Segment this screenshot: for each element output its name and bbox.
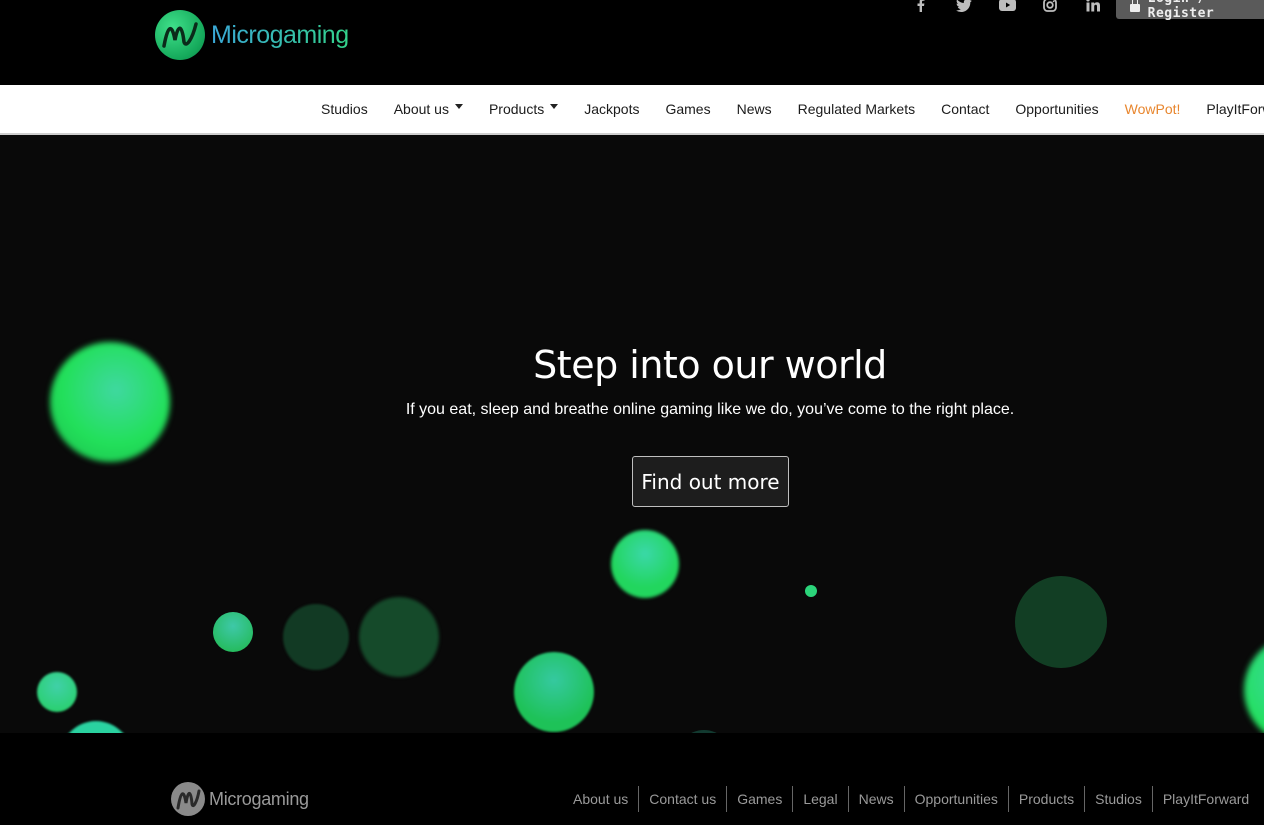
login-register-button[interactable]: Login / Register [1116,0,1264,21]
lock-icon [1130,0,1140,12]
nav-item-products[interactable]: Products [489,101,559,117]
footer-link-playitforward[interactable]: PlayItForward [1151,786,1259,812]
nav-item-studios[interactable]: Studios [321,101,368,117]
decorative-bubble [805,585,817,597]
site-footer: Microgaming About us Contact us Games Le… [0,733,1264,825]
brand-logo[interactable]: Microgaming [155,10,349,60]
footer-logo-mark-icon [171,782,205,816]
nav-item-regulated-markets[interactable]: Regulated Markets [798,101,916,117]
dropdown-caret-icon [550,103,559,109]
footer-link-games[interactable]: Games [726,786,792,812]
social-links [908,0,1123,14]
decorative-bubble [213,612,253,652]
facebook-icon[interactable] [908,0,934,14]
twitter-icon[interactable] [951,0,977,14]
footer-link-news[interactable]: News [847,786,904,812]
linkedin-icon[interactable] [1080,0,1106,14]
decorative-bubble [611,530,679,598]
hero-title: Step into our world [533,343,887,387]
main-navigation: Studios About us Products Jackpots Games… [0,85,1264,135]
youtube-icon[interactable] [994,0,1020,14]
decorative-bubble [60,721,132,733]
nav-item-about-us[interactable]: About us [394,101,463,117]
decorative-bubble [37,672,77,712]
logo-mark-icon [155,10,205,60]
footer-brand-name: Microgaming [209,788,309,809]
footer-links: About us Contact us Games Legal News Opp… [563,786,1259,812]
instagram-icon[interactable] [1037,0,1063,14]
nav-item-contact[interactable]: Contact [941,101,989,117]
hero-section: Step into our world If you eat, sleep an… [0,135,1264,733]
hero-subtitle: If you eat, sleep and breathe online gam… [405,401,1015,418]
footer-link-products[interactable]: Products [1007,786,1084,812]
top-header: Microgaming Login / Register [0,0,1264,85]
nav-item-news[interactable]: News [737,101,772,117]
nav-item-games[interactable]: Games [665,101,710,117]
nav-item-wowpot[interactable]: WowPot! [1125,101,1181,117]
nav-item-playitforward[interactable]: PlayItForward [1206,101,1264,117]
dropdown-caret-icon [454,103,463,109]
decorative-bubble [514,652,594,732]
login-register-label: Login / Register [1147,0,1215,21]
decorative-bubble [1244,635,1264,733]
footer-link-contact-us[interactable]: Contact us [638,786,726,812]
decorative-bubble [1015,576,1107,668]
brand-name: Microgaming [211,20,349,49]
decorative-bubble [283,604,349,670]
footer-link-about-us[interactable]: About us [563,786,638,812]
nav-item-jackpots[interactable]: Jackpots [584,101,639,117]
decorative-bubble [359,597,439,677]
nav-item-opportunities[interactable]: Opportunities [1015,101,1098,117]
footer-brand-logo[interactable]: Microgaming [171,782,309,816]
footer-link-opportunities[interactable]: Opportunities [903,786,1008,812]
nav-list: Studios About us Products Jackpots Games… [321,85,1264,133]
footer-link-legal[interactable]: Legal [792,786,847,812]
footer-link-studios[interactable]: Studios [1084,786,1152,812]
find-out-more-button[interactable]: Find out more [632,456,789,507]
